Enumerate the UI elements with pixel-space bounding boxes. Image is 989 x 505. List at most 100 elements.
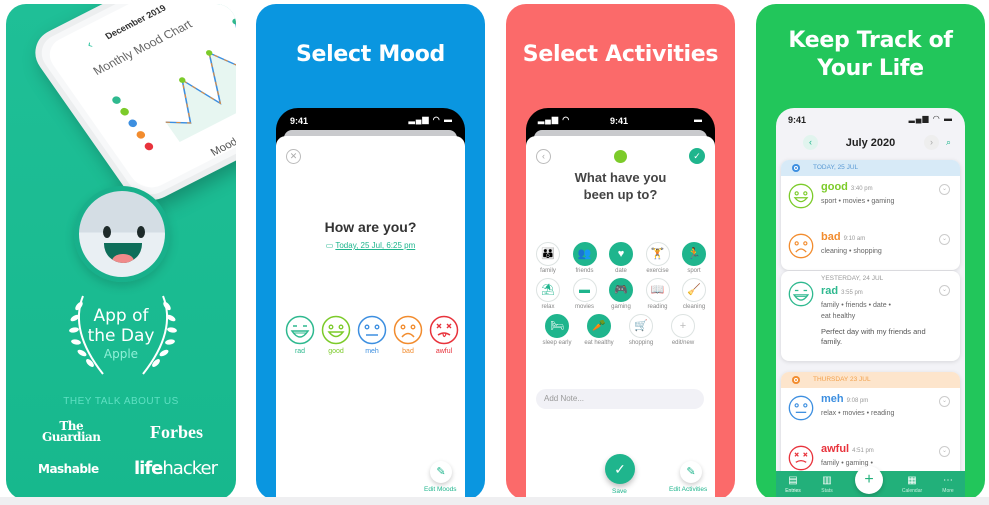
awful-face-icon	[788, 445, 814, 471]
good-face-icon	[321, 315, 351, 345]
entry-activities: sport • movies • gaming	[821, 198, 895, 205]
entry-row[interactable]: YESTERDAY, 24 JUL rad 3:55 pm family • fr…	[781, 271, 960, 361]
activity-label: sleep early	[542, 340, 572, 346]
app-store-screenshots: ‹ December 2019 Monthly Mood Chart Mood …	[0, 0, 989, 505]
mood-label: rad	[294, 348, 306, 355]
legend-dot-bad	[136, 131, 146, 139]
tab-stats[interactable]: ▥ Stats	[812, 475, 842, 495]
mood-option-bad[interactable]: bad	[392, 315, 424, 355]
entry-menu-icon[interactable]: ⌄	[939, 234, 950, 245]
check-icon: ✓	[614, 461, 626, 477]
mood-option-meh[interactable]: meh	[356, 315, 388, 355]
day-dot-icon	[792, 164, 800, 172]
mood-option-rad[interactable]: rad	[284, 315, 316, 355]
book-icon: 📖	[645, 278, 670, 302]
status-bar: 9:41 ▂▄▆ ◠ ▬	[276, 108, 465, 132]
tilted-phone-mockup: ‹ December 2019 Monthly Mood Chart Mood	[24, 4, 236, 210]
day-header-text: YESTERDAY, 24 JUL	[821, 275, 884, 282]
pencil-icon: ✎	[686, 466, 696, 478]
activity-cleaning[interactable]: 🧹 cleaning	[678, 278, 710, 311]
activity-sport[interactable]: 🏃 sport	[678, 242, 710, 275]
gamepad-icon: 🎮	[609, 278, 633, 302]
mood-label: bad	[402, 348, 414, 355]
activity-gaming[interactable]: 🎮 gaming	[605, 278, 637, 311]
activity-sleep-early[interactable]: 🛏 sleep early	[541, 314, 573, 347]
activity-label: reading	[647, 304, 668, 310]
legend-dot-good	[120, 107, 129, 116]
activity-edit-new[interactable]: + edit/new	[667, 314, 699, 347]
entry-mood-text: good	[821, 181, 848, 193]
activity-label: family	[540, 268, 556, 274]
day-card: YESTERDAY, 24 JUL rad 3:55 pm family • fr…	[781, 271, 960, 361]
entry-row[interactable]: meh 9:08 pm relax • movies • reading ⌄	[781, 388, 960, 438]
activity-exercise[interactable]: 🏋 exercise	[642, 242, 674, 275]
award-line-2: the Day	[87, 326, 155, 346]
activity-label: cleaning	[682, 304, 706, 310]
exercise-icon: 🏋	[645, 242, 670, 266]
edit-moods-button[interactable]: ✎	[430, 461, 452, 483]
confirm-check-icon[interactable]: ✓	[689, 148, 705, 164]
signal-wifi-battery-icon: ▂▄▆ ◠ ▬	[908, 114, 953, 123]
plus-icon: +	[671, 314, 695, 338]
activity-shopping[interactable]: 🛒 shopping	[625, 314, 657, 347]
entry-row[interactable]: good 3:40 pm sport • movies • gaming ⌄	[781, 176, 960, 226]
mood-option-good[interactable]: good	[320, 315, 352, 355]
meh-face-icon	[357, 315, 387, 345]
heart-icon: ♥	[609, 242, 633, 266]
close-icon[interactable]: ✕	[286, 149, 301, 164]
mood-option-awful[interactable]: awful	[428, 315, 460, 355]
activity-row: 🛏 sleep early 🥕 eat healthy 🛒 shopping + edi…	[532, 314, 710, 347]
entry-note: Perfect day with my friends and family.	[821, 327, 926, 346]
save-button[interactable]: ✓	[605, 454, 635, 484]
entry-menu-icon[interactable]: ⌄	[939, 396, 950, 407]
entry-mood: bad 9:10 am	[821, 231, 865, 243]
day-header: THURSDAY 23 JUL	[781, 372, 960, 388]
activity-label: edit/new	[671, 340, 695, 346]
calendar-icon: ▦	[907, 475, 917, 486]
tab-more[interactable]: ⋯ More	[933, 475, 963, 495]
entry-menu-icon[interactable]: ⌄	[939, 446, 950, 457]
activity-movies[interactable]: ▬ movies	[569, 278, 601, 311]
entry-datetime[interactable]: ▭ Today, 25 Jul, 6:25 pm	[276, 241, 465, 250]
good-face-icon	[788, 183, 814, 209]
edit-activities-button[interactable]: ✎	[680, 461, 702, 483]
next-month-icon[interactable]: ›	[924, 135, 939, 150]
entry-time: 3:40 pm	[850, 186, 873, 192]
headline: Select Activities	[522, 42, 719, 67]
entry-menu-icon[interactable]: ⌄	[939, 184, 950, 195]
carrot-icon: 🥕	[587, 314, 611, 338]
bottom-divider	[0, 497, 989, 505]
entry-mood: rad 3:55 pm	[821, 285, 863, 297]
activity-eat-healthy[interactable]: 🥕 eat healthy	[583, 314, 615, 347]
status-bar: ▂▄▆ ◠ 9:41 ▬	[526, 108, 715, 132]
entry-activities: relax • movies • reading	[821, 410, 895, 417]
activity-label: date	[615, 268, 627, 274]
activity-friends[interactable]: 👥 friends	[569, 242, 601, 275]
search-icon[interactable]: ⌕	[941, 135, 956, 150]
mood-picker: rad good meh bad awful	[284, 315, 460, 355]
back-icon[interactable]: ‹	[536, 149, 551, 164]
tab-calendar[interactable]: ▦ Calendar	[897, 475, 927, 495]
activity-grid: 👪 family 👥 friends ♥ date 🏋 exercise 🏃 sport …	[532, 242, 710, 350]
back-chevron-icon: ‹	[83, 37, 96, 51]
add-note-input[interactable]: Add Note...	[536, 389, 704, 409]
meh-face-icon	[788, 395, 814, 421]
mood-sheet: ✕ How are you? ▭ Today, 25 Jul, 6:25 pm …	[276, 136, 465, 500]
status-time: 9:41	[610, 116, 629, 126]
activity-row: 👪 family 👥 friends ♥ date 🏋 exercise 🏃 sport	[532, 242, 710, 275]
activity-family[interactable]: 👪 family	[532, 242, 564, 275]
pencil-icon: ✎	[436, 466, 446, 478]
tab-entries[interactable]: ▤ Entries	[778, 475, 808, 495]
tv-icon: ▬	[572, 278, 597, 302]
entry-menu-icon[interactable]: ⌄	[939, 285, 950, 296]
friends-icon: 👥	[572, 242, 597, 266]
awful-face-icon	[429, 315, 459, 345]
add-entry-button[interactable]: +	[855, 466, 883, 494]
entry-time: 3:55 pm	[841, 290, 863, 296]
entry-row[interactable]: bad 9:10 am cleaning • shopping ⌄	[781, 226, 960, 270]
save-label: Save	[612, 488, 627, 495]
activity-relax[interactable]: ⛱ relax	[532, 278, 564, 311]
entry-time: 4:51 pm	[852, 448, 874, 454]
activity-date[interactable]: ♥ date	[605, 242, 637, 275]
activity-reading[interactable]: 📖 reading	[642, 278, 674, 311]
